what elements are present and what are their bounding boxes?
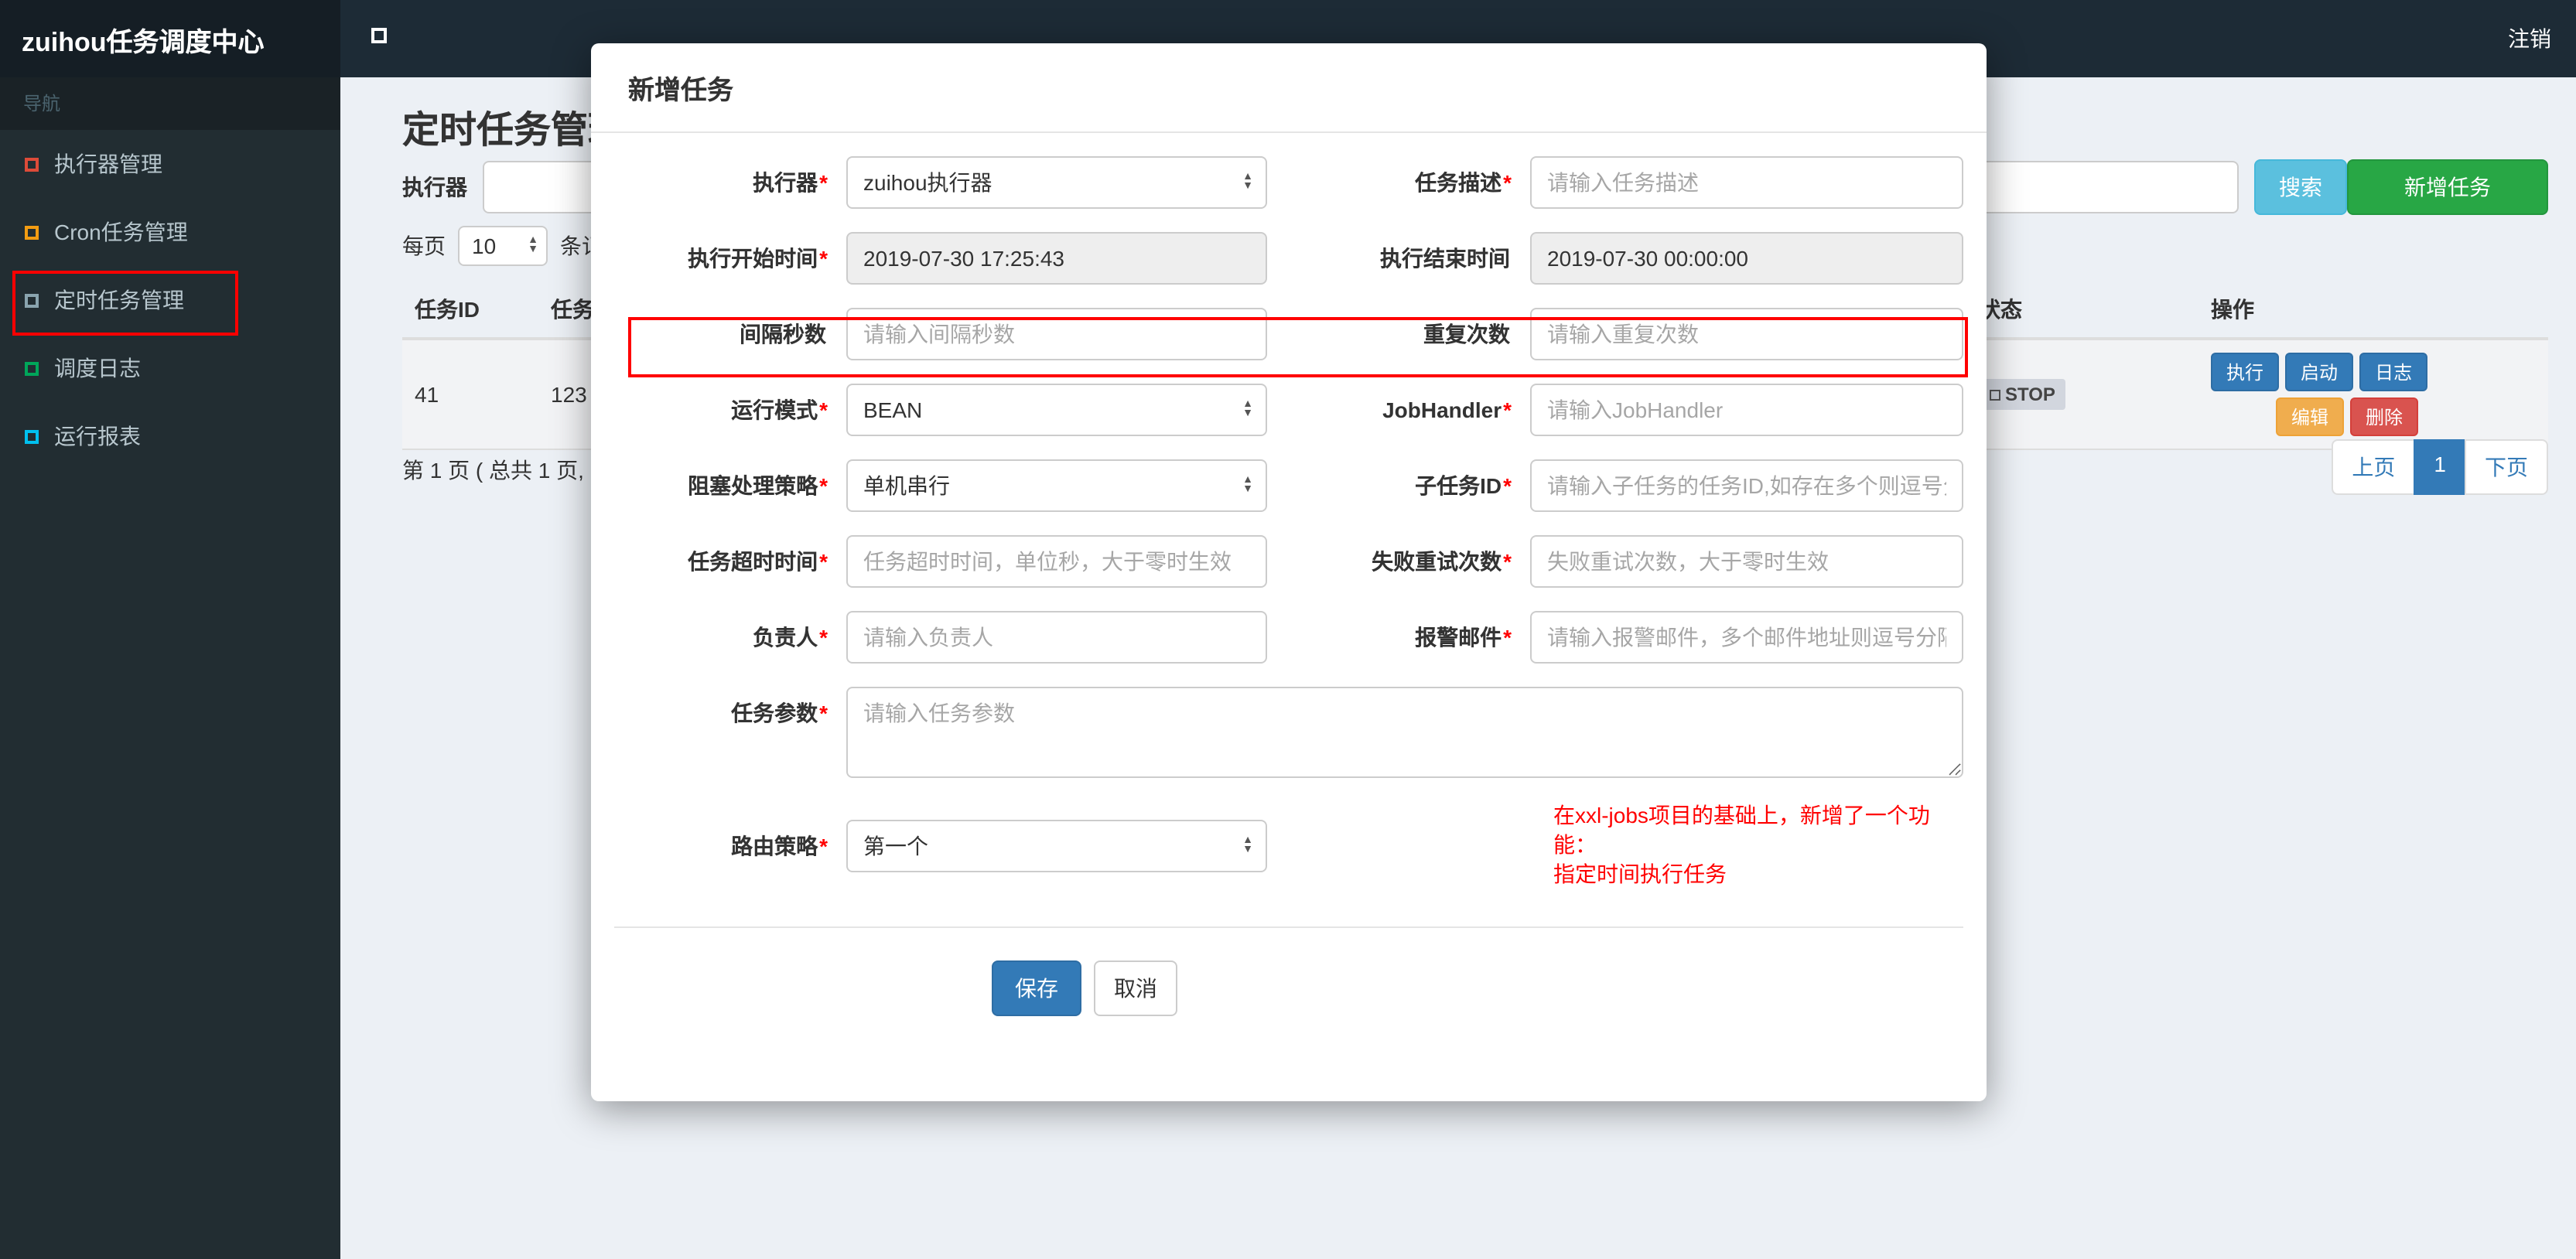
sidebar-item-label: Cron任务管理: [54, 220, 188, 244]
next-page-button[interactable]: 下页: [2465, 439, 2548, 495]
per-page-label: 每页: [402, 234, 446, 258]
select-arrows-icon: ▲▼: [1242, 172, 1253, 192]
menu-square-icon: [25, 157, 39, 171]
row-timeout-retry: 任务超时时间* 失败重试次数*: [614, 535, 1963, 588]
cell-operations: 执行 启动 日志 编辑 删除: [2198, 339, 2548, 450]
owner-label: 负责人 *: [753, 625, 828, 650]
per-page-value: 10: [472, 234, 497, 258]
save-button[interactable]: 保存: [992, 960, 1081, 1016]
modal-actions: 保存 取消: [992, 960, 1963, 1016]
interval-input[interactable]: [846, 308, 1267, 360]
app-root: zuihou任务调度中心 注销 导航 执行器管理 Cron任务管理 定时任务管理…: [0, 0, 2576, 1259]
row-block-childid: 阻塞处理策略 * 单机串行 ▲ ▼ 子任务ID *: [614, 459, 1963, 512]
job-handler-input[interactable]: [1530, 384, 1963, 436]
executor-field-label: 执行器 *: [753, 170, 828, 195]
sidebar-item-label: 运行报表: [54, 424, 141, 449]
start-time-label: 执行开始时间 *: [688, 246, 828, 271]
brand-title: zuihou任务调度中心: [0, 0, 340, 77]
alarm-email-input[interactable]: [1530, 611, 1963, 664]
modal-title: 新增任务: [591, 43, 1987, 133]
sidebar-toggle-icon[interactable]: [371, 28, 393, 49]
sidebar-item-executor-manage[interactable]: 执行器管理: [0, 130, 340, 198]
route-strategy-select[interactable]: 第一个 ▲ ▼: [846, 819, 1267, 872]
start-time-input[interactable]: [846, 232, 1267, 285]
cell-job-id: 41: [402, 339, 538, 450]
pagination: 上页 1 下页: [2332, 439, 2548, 495]
cell-status: STOP: [1966, 339, 2198, 450]
executor-field-select[interactable]: zuihou执行器 ▲ ▼: [846, 156, 1267, 209]
select-arrows-icon: ▲▼: [1242, 834, 1253, 855]
sidebar-item-schedule-log[interactable]: 调度日志: [0, 334, 340, 402]
row-route-strategy: 路由策略 * 第一个 ▲ ▼ 在xxl-jobs项目的基础上，新增了一个功能： 指定…: [614, 801, 1963, 889]
repeat-count-input[interactable]: [1530, 308, 1963, 360]
repeat-count-label: 重复次数: [1423, 322, 1510, 346]
row-interval-repeat: 间隔秒数 重复次数: [614, 308, 1963, 360]
fail-retry-input[interactable]: [1530, 535, 1963, 588]
logout-link[interactable]: 注销: [2508, 23, 2551, 54]
job-desc-input[interactable]: [1530, 156, 1963, 209]
block-strategy-label: 阻塞处理策略 *: [688, 473, 828, 498]
sidebar-item-label: 执行器管理: [54, 152, 162, 176]
header-job-id: 任务ID: [402, 281, 538, 340]
menu-square-icon: [25, 361, 39, 375]
select-arrows-icon: ▲▼: [1242, 399, 1253, 419]
select-arrows-icon: ▲▼: [1242, 475, 1253, 495]
delete-button[interactable]: 删除: [2350, 397, 2419, 436]
select-arrows-icon: ▲▼: [528, 235, 538, 255]
job-desc-label: 任务描述 *: [1415, 170, 1512, 195]
end-time-label: 执行结束时间: [1380, 246, 1510, 271]
edit-button[interactable]: 编辑: [2276, 397, 2345, 436]
header-status: 状态: [1966, 281, 2198, 340]
log-button[interactable]: 日志: [2359, 353, 2428, 391]
modal-body: 执行器* zuihou执行器 ▲▼ 任务描述* 执行开始时间* 执行结束时间 间…: [591, 133, 1987, 1101]
start-button[interactable]: 启动: [2285, 353, 2354, 391]
job-param-label: 任务参数 *: [731, 701, 828, 725]
timeout-label: 任务超时时间 *: [688, 549, 828, 574]
interval-label: 间隔秒数: [740, 322, 826, 346]
run-mode-label: 运行模式 *: [731, 397, 828, 422]
prev-page-button[interactable]: 上页: [2332, 439, 2416, 495]
add-job-modal: 新增任务 执行器* zuihou执行器 ▲▼ 任务描述* 执行开始时间* 执行结…: [591, 43, 1987, 1101]
menu-square-icon: [25, 225, 39, 239]
add-job-button[interactable]: 新增任务: [2347, 159, 2548, 215]
run-button[interactable]: 执行: [2211, 353, 2280, 391]
route-strategy-label: 路由策略 *: [731, 833, 828, 858]
child-job-id-input[interactable]: [1530, 459, 1963, 512]
fail-retry-label: 失败重试次数 *: [1372, 549, 1512, 574]
feature-note: 在xxl-jobs项目的基础上，新增了一个功能： 指定时间执行任务: [1553, 803, 1930, 886]
sidebar-item-label: 定时任务管理: [54, 288, 184, 312]
sidebar-item-label: 调度日志: [54, 356, 141, 380]
block-strategy-select[interactable]: 单机串行 ▲ ▼: [846, 459, 1267, 512]
row-runmode-handler: 运行模式 * BEAN ▲ ▼ JobHandler *: [614, 384, 1963, 436]
page-1-button[interactable]: 1: [2414, 439, 2466, 495]
header-operations: 操作: [2198, 281, 2548, 340]
row-owner-email: 负责人* 报警邮件*: [614, 611, 1963, 664]
sidebar-item-run-report[interactable]: 运行报表: [0, 402, 340, 470]
sidebar-item-timed-job-manage[interactable]: 定时任务管理: [0, 266, 340, 334]
per-page-select[interactable]: 10 ▲ ▼: [458, 226, 548, 266]
row-start-end-time: 执行开始时间* 执行结束时间: [614, 232, 1963, 285]
cancel-button[interactable]: 取消: [1094, 960, 1177, 1016]
owner-input[interactable]: [846, 611, 1267, 664]
alarm-email-label: 报警邮件 *: [1415, 625, 1512, 650]
sidebar-item-cron-job-manage[interactable]: Cron任务管理: [0, 198, 340, 266]
menu-square-icon: [25, 429, 39, 443]
status-badge: STOP: [1979, 379, 2066, 410]
job-handler-label: JobHandler *: [1382, 397, 1512, 422]
child-job-id-label: 子任务ID *: [1415, 473, 1512, 498]
stop-square-icon: [1990, 389, 2000, 400]
end-time-input[interactable]: [1530, 232, 1963, 285]
job-param-textarea[interactable]: [846, 687, 1963, 778]
search-button[interactable]: 搜索: [2254, 159, 2347, 215]
timeout-input[interactable]: [846, 535, 1267, 588]
row-job-param: 任务参数 *: [614, 687, 1963, 778]
sidebar-section-label: 导航: [0, 77, 340, 130]
menu-square-icon: [25, 293, 39, 307]
sidebar: 导航 执行器管理 Cron任务管理 定时任务管理 调度日志 运行报表: [0, 77, 340, 1259]
executor-label: 执行器: [402, 175, 467, 200]
modal-divider: [614, 926, 1963, 928]
row-executor-desc: 执行器 * zuihou执行器 ▲ ▼ 任务描述 *: [614, 156, 1963, 209]
run-mode-select[interactable]: BEAN ▲ ▼: [846, 384, 1267, 436]
